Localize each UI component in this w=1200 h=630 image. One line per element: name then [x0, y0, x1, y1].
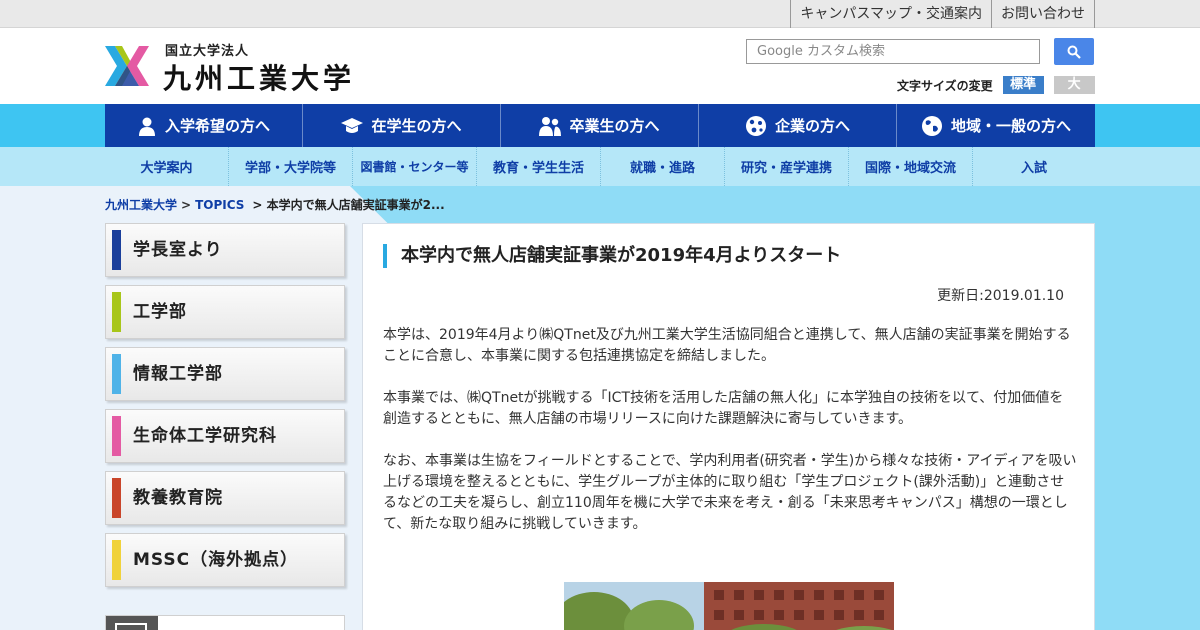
subnav-admissions[interactable]: 入試: [973, 147, 1095, 186]
subnav-about[interactable]: 大学案内: [105, 147, 229, 186]
sidebar-color-bar: [112, 292, 121, 332]
updated-date: 更新日:2019.01.10: [937, 288, 1064, 304]
subnav-careers[interactable]: 就職・進路: [601, 147, 725, 186]
nav-label: 卒業生の方へ: [569, 117, 660, 135]
article-paragraph: 本学は、2019年4月より㈱QTnet及び九州工業大学生活協同組合と連携して、無…: [383, 327, 1071, 364]
article-paragraph: 本事業では、㈱QTnetが挑戦する「ICT技術を活用した店舗の無人化」に本学独自…: [383, 390, 1064, 427]
nav-prospective-students[interactable]: 入学希望の方へ: [105, 104, 303, 147]
sidebar-item-life-science[interactable]: 生命体工学研究科: [105, 409, 345, 463]
search-icon: [1067, 45, 1081, 59]
sidebar-item-liberal-arts[interactable]: 教養教育院: [105, 471, 345, 525]
sidebar-extra-icon: [106, 616, 158, 630]
sidebar-item-label: 工学部: [133, 302, 187, 322]
person-icon: [138, 117, 155, 136]
logo-mark-icon: [105, 46, 149, 86]
font-size-label: 文字サイズの変更: [897, 78, 993, 93]
logo-name: 九州工業大学: [163, 62, 356, 95]
utility-bar: キャンパスマップ・交通案内 お問い合わせ: [0, 0, 1200, 28]
nav-label: 企業の方へ: [774, 117, 850, 135]
nav-label: 在学生の方へ: [371, 117, 462, 135]
nav-companies[interactable]: 企業の方へ: [699, 104, 897, 147]
font-size-normal-button[interactable]: 標準: [1002, 76, 1044, 94]
subnav-faculties[interactable]: 学部・大学院等: [229, 147, 353, 186]
article-paragraph: なお、本事業は生協をフィールドとすることで、学内利用者(研究者・学生)から様々な…: [383, 453, 1077, 532]
contact-link[interactable]: お問い合わせ: [991, 0, 1095, 28]
nav-label: 入学希望の方へ: [164, 117, 270, 135]
search-button[interactable]: [1054, 38, 1094, 65]
globe-icon: [921, 115, 942, 136]
main-nav: 入学希望の方へ 在学生の方へ 卒業生の方へ 企業の方へ 地域・一般の方へ: [105, 104, 1095, 147]
sidebar-item-president-office[interactable]: 学長室より: [105, 223, 345, 277]
nav-label: 地域・一般の方へ: [950, 117, 1071, 135]
sidebar-item-computer-science[interactable]: 情報工学部: [105, 347, 345, 401]
breadcrumb-separator: >: [181, 198, 192, 212]
breadcrumb: 九州工業大学 > TOPICS > 本学内で無人店舗実証事業が2...: [105, 196, 445, 213]
nav-alumni[interactable]: 卒業生の方へ: [501, 104, 699, 147]
sidebar-extra-item[interactable]: [105, 615, 345, 630]
utility-links: キャンパスマップ・交通案内 お問い合わせ: [790, 0, 1095, 28]
campus-map-link[interactable]: キャンパスマップ・交通案内: [790, 0, 991, 28]
breadcrumb-current: > 本学内で無人店舗実証事業が2...: [252, 198, 445, 212]
sidebar: 学長室より 工学部 情報工学部 生命体工学研究科 教養教育院 MSSC（海外拠点…: [105, 223, 345, 595]
breadcrumb-topics-link[interactable]: TOPICS: [195, 198, 244, 212]
article-body: 本学は、2019年4月より㈱QTnet及び九州工業大学生活協同組合と連携して、無…: [383, 325, 1077, 556]
subnav-library-centers[interactable]: 図書館・センター等: [353, 147, 477, 186]
sidebar-color-bar: [112, 540, 121, 580]
sidebar-item-label: MSSC（海外拠点）: [133, 550, 299, 570]
sub-nav: 大学案内 学部・大学院等 図書館・センター等 教育・学生生活 就職・進路 研究・…: [105, 147, 1095, 186]
sidebar-item-label: 生命体工学研究科: [133, 426, 277, 446]
university-logo[interactable]: 国立大学法人 九州工業大学: [105, 40, 355, 95]
subnav-international[interactable]: 国際・地域交流: [849, 147, 973, 186]
sidebar-item-label: 情報工学部: [133, 364, 223, 384]
sidebar-item-mssc[interactable]: MSSC（海外拠点）: [105, 533, 345, 587]
site-header: 国立大学法人 九州工業大学 Google カスタム検索 文字サイズの変更 標準 …: [0, 28, 1200, 104]
article-panel: 本学内で無人店舗実証事業が2019年4月よりスタート 更新日:2019.01.1…: [362, 223, 1095, 630]
article-title: 本学内で無人店舗実証事業が2019年4月よりスタート: [383, 244, 841, 268]
graduation-cap-icon: [341, 117, 364, 133]
sidebar-item-label: 教養教育院: [133, 488, 223, 508]
search-input[interactable]: Google カスタム検索: [746, 39, 1040, 64]
nav-community[interactable]: 地域・一般の方へ: [897, 104, 1095, 147]
font-size-large-button[interactable]: 大: [1053, 76, 1095, 94]
people-icon: [539, 116, 562, 136]
article-photo: [564, 582, 894, 630]
breadcrumb-home-link[interactable]: 九州工業大学: [105, 198, 177, 212]
sidebar-item-label: 学長室より: [133, 240, 223, 260]
font-size-switcher: 文字サイズの変更 標準 大: [897, 76, 1095, 94]
sidebar-color-bar: [112, 416, 121, 456]
sidebar-color-bar: [112, 478, 121, 518]
subnav-education-student-life[interactable]: 教育・学生生活: [477, 147, 601, 186]
subnav-research[interactable]: 研究・産学連携: [725, 147, 849, 186]
sidebar-item-engineering[interactable]: 工学部: [105, 285, 345, 339]
sidebar-color-bar: [112, 230, 121, 270]
sidebar-color-bar: [112, 354, 121, 394]
nav-current-students[interactable]: 在学生の方へ: [303, 104, 501, 147]
network-globe-icon: [745, 115, 766, 136]
